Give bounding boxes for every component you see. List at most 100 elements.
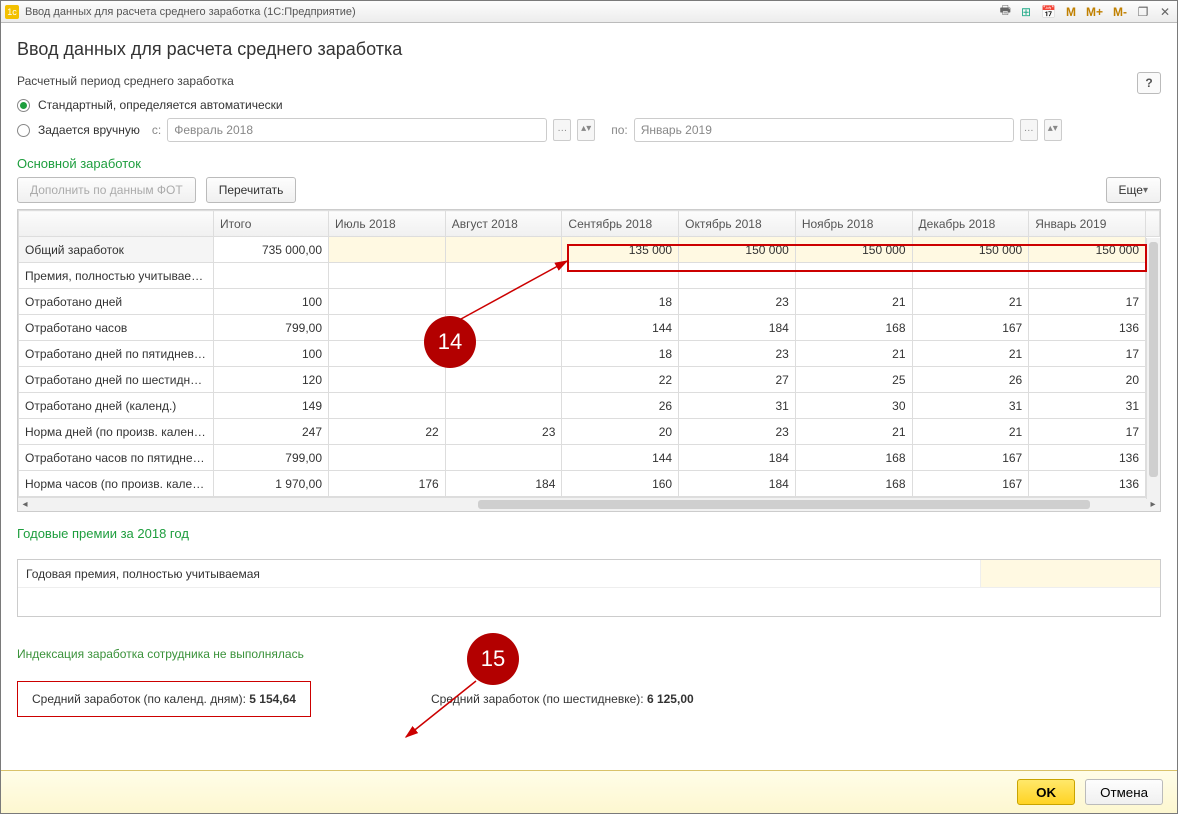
cell[interactable]: 21 <box>912 341 1029 367</box>
window-close-icon[interactable]: ✕ <box>1157 5 1173 19</box>
cell[interactable]: 18 <box>562 341 679 367</box>
cell[interactable] <box>912 263 1029 289</box>
cell[interactable]: 184 <box>679 315 796 341</box>
cell[interactable]: 31 <box>912 393 1029 419</box>
period-to-input[interactable]: Январь 2019 <box>634 118 1014 142</box>
cell[interactable]: 21 <box>912 419 1029 445</box>
cell[interactable]: 176 <box>329 471 446 497</box>
m-button[interactable]: M <box>1064 5 1078 19</box>
cell[interactable] <box>329 263 446 289</box>
calc-icon[interactable]: ⊞ <box>1019 5 1033 19</box>
cell[interactable]: 21 <box>795 419 912 445</box>
annual-premiums-table[interactable]: Годовая премия, полностью учитываемая <box>17 559 1161 617</box>
cell[interactable]: 27 <box>679 367 796 393</box>
period-from-spinner[interactable]: ▴▾ <box>577 119 595 141</box>
cell[interactable]: 247 <box>214 419 329 445</box>
calendar-icon[interactable]: 📅 <box>1039 5 1058 19</box>
cell[interactable]: 26 <box>912 367 1029 393</box>
cell[interactable]: 120 <box>214 367 329 393</box>
cell[interactable]: 168 <box>795 445 912 471</box>
period-from-input[interactable]: Февраль 2018 <box>167 118 547 142</box>
cell[interactable]: 26 <box>562 393 679 419</box>
cell[interactable]: 18 <box>562 289 679 315</box>
cell[interactable]: 799,00 <box>214 315 329 341</box>
cell[interactable] <box>1029 263 1146 289</box>
cell[interactable] <box>329 393 446 419</box>
radio-manual[interactable] <box>17 124 30 137</box>
table-row[interactable]: Норма часов (по произв. календа...1 970,… <box>19 471 1160 497</box>
period-to-spinner[interactable]: ▴▾ <box>1044 119 1062 141</box>
table-row[interactable]: Отработано часов по пятидневно...799,001… <box>19 445 1160 471</box>
cell[interactable]: 25 <box>795 367 912 393</box>
table-row[interactable]: Премия, полностью учитываемая <box>19 263 1160 289</box>
vertical-scrollbar[interactable] <box>1146 238 1160 499</box>
print-icon[interactable]: 🖶 <box>998 1 1013 22</box>
cell[interactable]: 21 <box>795 341 912 367</box>
recalc-button[interactable]: Перечитать <box>206 177 297 203</box>
ok-button[interactable]: OK <box>1017 779 1075 805</box>
annual-row-value[interactable] <box>980 560 1160 587</box>
table-row[interactable]: Отработано дней по пятидневной...1001823… <box>19 341 1160 367</box>
cell[interactable]: 17 <box>1029 289 1146 315</box>
cell[interactable]: 144 <box>562 315 679 341</box>
cell[interactable]: 168 <box>795 471 912 497</box>
cell[interactable]: 135 000 <box>562 237 679 263</box>
cell[interactable]: 20 <box>1029 367 1146 393</box>
cell[interactable] <box>329 445 446 471</box>
cell[interactable]: 31 <box>679 393 796 419</box>
help-button[interactable]: ? <box>1137 72 1161 94</box>
annual-row[interactable]: Годовая премия, полностью учитываемая <box>18 560 1160 588</box>
cell[interactable]: 160 <box>562 471 679 497</box>
cell[interactable]: 184 <box>679 445 796 471</box>
cell[interactable]: 184 <box>445 471 562 497</box>
cell[interactable]: 136 <box>1029 471 1146 497</box>
cell[interactable] <box>445 445 562 471</box>
cell[interactable]: 17 <box>1029 341 1146 367</box>
cell[interactable] <box>445 367 562 393</box>
cell[interactable]: 21 <box>912 289 1029 315</box>
table-row[interactable]: Общий заработок735 000,00135 000150 0001… <box>19 237 1160 263</box>
cell[interactable]: 799,00 <box>214 445 329 471</box>
cell[interactable]: 144 <box>562 445 679 471</box>
cell[interactable]: 23 <box>679 289 796 315</box>
more-button[interactable]: Еще <box>1106 177 1161 203</box>
cell[interactable]: 735 000,00 <box>214 237 329 263</box>
cancel-button[interactable]: Отмена <box>1085 779 1163 805</box>
cell[interactable]: 30 <box>795 393 912 419</box>
cell[interactable]: 167 <box>912 445 1029 471</box>
cell[interactable]: 167 <box>912 471 1029 497</box>
cell[interactable]: 20 <box>562 419 679 445</box>
cell[interactable]: 150 000 <box>795 237 912 263</box>
cell[interactable]: 167 <box>912 315 1029 341</box>
cell[interactable]: 150 000 <box>679 237 796 263</box>
cell[interactable] <box>679 263 796 289</box>
main-earnings-table[interactable]: Итого Июль 2018 Август 2018 Сентябрь 201… <box>17 209 1161 512</box>
radio-auto[interactable] <box>17 99 30 112</box>
cell[interactable]: 23 <box>679 341 796 367</box>
cell[interactable] <box>329 367 446 393</box>
period-to-picker[interactable]: … <box>1020 119 1038 141</box>
cell[interactable]: 136 <box>1029 445 1146 471</box>
cell[interactable] <box>445 393 562 419</box>
cell[interactable]: 22 <box>562 367 679 393</box>
cell[interactable] <box>329 237 446 263</box>
cell[interactable]: 149 <box>214 393 329 419</box>
horizontal-scrollbar[interactable]: ◂▸ <box>18 497 1160 511</box>
table-row[interactable]: Отработано часов799,00144184168167136 <box>19 315 1160 341</box>
cell[interactable]: 21 <box>795 289 912 315</box>
table-row[interactable]: Отработано дней1001823212117 <box>19 289 1160 315</box>
window-restore-icon[interactable]: ❐ <box>1135 5 1151 19</box>
cell[interactable]: 150 000 <box>1029 237 1146 263</box>
cell[interactable]: 17 <box>1029 419 1146 445</box>
cell[interactable]: 1 970,00 <box>214 471 329 497</box>
table-row[interactable]: Норма дней (по произв. календа...2472223… <box>19 419 1160 445</box>
cell[interactable] <box>445 289 562 315</box>
m-plus-button[interactable]: M+ <box>1084 5 1105 19</box>
cell[interactable]: 31 <box>1029 393 1146 419</box>
cell[interactable]: 136 <box>1029 315 1146 341</box>
cell[interactable]: 100 <box>214 341 329 367</box>
cell[interactable]: 100 <box>214 289 329 315</box>
cell[interactable]: 150 000 <box>912 237 1029 263</box>
cell[interactable] <box>329 289 446 315</box>
cell[interactable]: 23 <box>679 419 796 445</box>
